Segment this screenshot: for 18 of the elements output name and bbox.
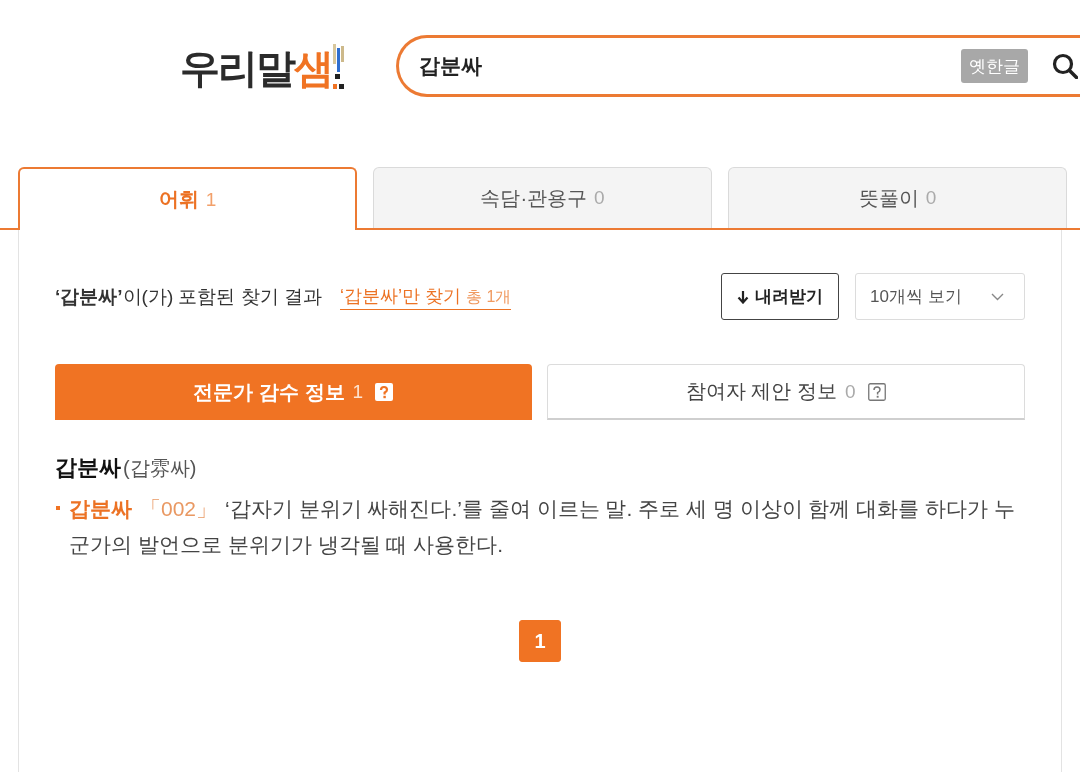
sense-definition: 갑분싸 「002」 ‘갑자기 분위기 싸해진다.’를 줄여 이르는 말. 주로 세 명 이상이 함께 대화를 하다가 누군가의 발언으로 분위기가 냉각될 때 사용한다. <box>69 496 1016 558</box>
chevron-down-icon <box>991 292 1004 301</box>
logo-blocks-icon <box>333 44 345 92</box>
result-summary: ‘갑분싸’이(가) 포함된 찾기 결과 <box>55 284 323 309</box>
search-field[interactable]: 갑분싸 옛한글 <box>396 35 1080 97</box>
word-origin: (갑雰싸) <box>123 456 197 481</box>
download-button[interactable]: 내려받기 <box>721 273 839 320</box>
site-logo[interactable]: 우리말샘 <box>180 44 345 92</box>
category-tab[interactable]: 뜻풀이 0 <box>728 167 1067 228</box>
down-arrow-icon <box>737 289 749 304</box>
category-tab[interactable]: 속담·관용구 0 <box>373 167 712 228</box>
page-size-select[interactable]: 10개씩 보기 <box>855 273 1025 320</box>
info-tab[interactable]: 참여자 제안 정보 0 <box>546 364 1025 420</box>
search-icon <box>1052 53 1078 79</box>
bullet-icon <box>56 506 60 510</box>
help-icon <box>867 382 886 401</box>
headword: 갑분싸 <box>55 454 121 482</box>
help-icon <box>375 383 394 401</box>
